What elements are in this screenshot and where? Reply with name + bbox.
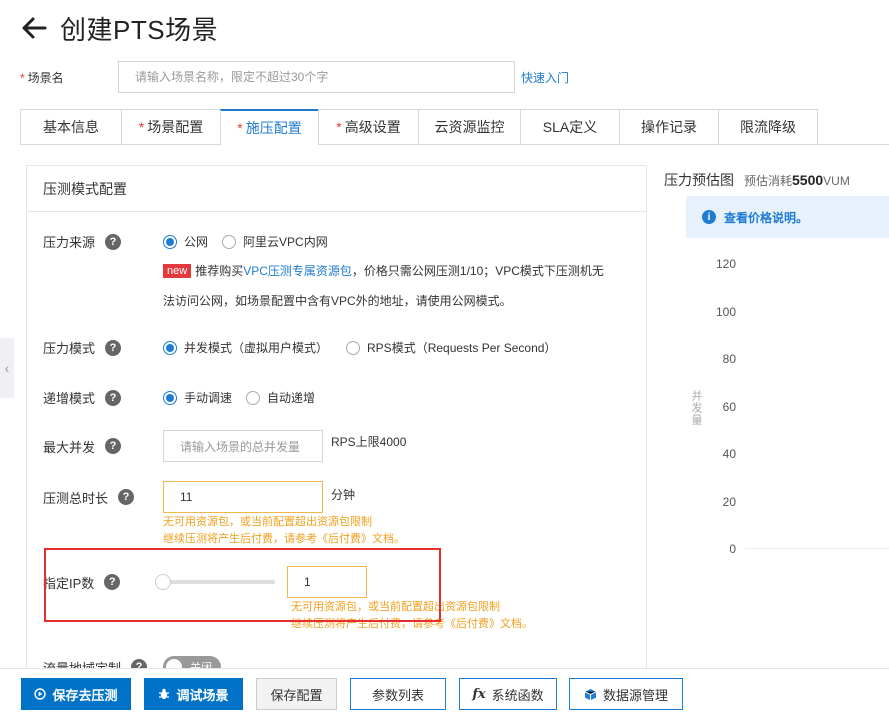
chevron-left-icon: ‹ <box>4 360 10 376</box>
radio-concurrency-mode[interactable]: 并发模式（虚拟用户模式） <box>163 339 328 356</box>
pressure-mode-row: 压力模式? 并发模式（虚拟用户模式） RPS模式（Requests Per Se… <box>43 339 557 356</box>
tab-basic-info[interactable]: 基本信息 <box>20 109 121 145</box>
vpc-link[interactable]: VPC <box>243 264 268 278</box>
page-header: 创建PTS场景 <box>20 8 218 48</box>
forecast-title: 压力预估图 <box>664 172 734 188</box>
scene-name-label: * 场景名 <box>20 70 64 85</box>
y-tick: 0 <box>729 542 736 556</box>
system-functions-button[interactable]: fx 系统函数 <box>459 678 557 710</box>
info-icon: i <box>702 210 716 224</box>
scene-name-row: *场景名 快速入门 <box>20 61 569 93</box>
y-tick: 20 <box>722 495 736 509</box>
tab-advanced-settings[interactable]: * 高级设置 <box>318 109 418 145</box>
pressure-forecast-header: 压力预估图 预估消耗5500VUM <box>664 170 850 190</box>
help-icon[interactable]: ? <box>105 389 122 406</box>
debug-scene-button[interactable]: 调试场景 <box>144 678 243 710</box>
tab-sla[interactable]: SLA定义 <box>520 109 619 145</box>
vpc-note: new 推荐购买VPC压测专属资源包，价格只需公网压测1/10；VPC模式下压测… <box>163 262 604 279</box>
datasource-manage-button[interactable]: 数据源管理 <box>569 678 683 710</box>
radio-auto-ramp[interactable]: 自动递增 <box>246 389 315 406</box>
tab-rate-limit[interactable]: 限流降级 <box>718 109 818 145</box>
collapse-handle[interactable]: ‹ <box>0 338 14 398</box>
x-axis-line <box>745 548 889 549</box>
play-icon <box>34 688 47 700</box>
y-tick: 100 <box>715 305 736 319</box>
tab-operation-log[interactable]: 操作记录 <box>619 109 718 145</box>
function-icon: fx <box>472 686 486 702</box>
ramp-mode-row: 递增模式? 手动调速 自动递增 <box>43 389 316 406</box>
tab-pressure-config[interactable]: * 施压配置 <box>220 109 318 146</box>
back-arrow-icon[interactable] <box>20 14 48 42</box>
postpay-doc-link[interactable]: 《后付费》 <box>317 533 372 545</box>
y-tick: 120 <box>715 257 736 271</box>
page-title: 创建PTS场景 <box>60 14 219 45</box>
radio-vpc-network[interactable]: 阿里云VPC内网 <box>222 233 328 250</box>
param-list-button[interactable]: 参数列表 <box>350 678 446 710</box>
radio-public-network[interactable]: 公网 <box>163 233 208 250</box>
postpay-doc-link[interactable]: 《后付费》 <box>445 618 500 630</box>
pressure-source-row: 压力来源? 公网 阿里云VPC内网 <box>43 233 328 250</box>
cube-icon <box>584 688 597 701</box>
save-config-button[interactable]: 保存配置 <box>256 678 337 710</box>
help-icon[interactable]: ? <box>105 339 122 356</box>
tab-scene-config[interactable]: * 场景配置 <box>121 109 220 145</box>
scene-name-input[interactable] <box>118 61 515 93</box>
highlight-box <box>44 548 441 622</box>
panel-title: 压测模式配置 <box>27 166 646 212</box>
duration-row: 压测总时长? 11 分钟 <box>43 481 355 513</box>
y-tick: 40 <box>722 447 736 461</box>
y-tick: 80 <box>722 352 736 366</box>
tab-cloud-monitor[interactable]: 云资源监控 <box>418 109 520 145</box>
radio-rps-mode[interactable]: RPS模式（Requests Per Second） <box>346 339 556 356</box>
max-concurrency-row: 最大并发? 请输入场景的总并发量 RPS上限4000 <box>43 430 406 462</box>
resource-pack-link[interactable]: 压测专属资源包 <box>268 264 352 278</box>
max-concurrency-input[interactable]: 请输入场景的总并发量 <box>163 430 323 462</box>
duration-input[interactable]: 11 <box>163 481 323 513</box>
help-icon[interactable]: ? <box>105 438 122 454</box>
save-and-run-button[interactable]: 保存去压测 <box>21 678 131 710</box>
bug-icon <box>158 688 170 700</box>
help-icon[interactable]: ? <box>118 489 135 505</box>
y-axis-label: 并发量 <box>690 390 702 426</box>
new-badge: new <box>163 263 192 278</box>
duration-warning: 无可用资源包，或当前配置超出资源包限制 继续压测将产生后付费，请参考《后付费》文… <box>163 516 405 545</box>
config-tabs: 基本信息 * 场景配置 * 施压配置 * 高级设置 云资源监控 SLA定义 操作记录 … <box>20 109 889 146</box>
quick-start-link[interactable]: 快速入门 <box>521 69 569 86</box>
price-info-box[interactable]: i 查看价格说明。 <box>686 196 889 238</box>
estimated-cost: 预估消耗5500VUM <box>744 172 850 188</box>
rps-limit-hint: RPS上限4000 <box>331 434 407 449</box>
duration-unit: 分钟 <box>331 487 356 502</box>
help-icon[interactable]: ? <box>105 233 122 250</box>
radio-manual-speed[interactable]: 手动调速 <box>163 389 232 406</box>
